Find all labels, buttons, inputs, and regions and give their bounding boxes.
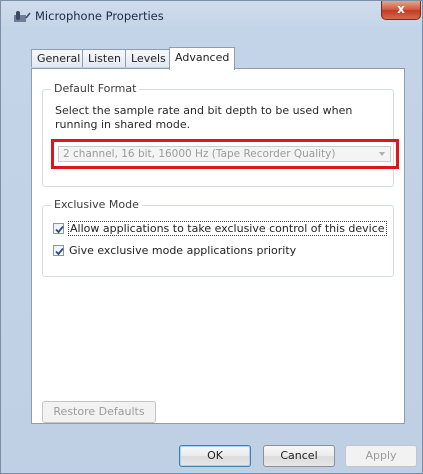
tab-advanced[interactable]: Advanced	[169, 47, 236, 70]
exclusive-priority-checkbox[interactable]	[53, 245, 64, 256]
sample-rate-dropdown[interactable]: 2 channel, 16 bit, 16000 Hz (Tape Record…	[58, 146, 391, 162]
advanced-tab-panel: Default Format Select the sample rate an…	[31, 68, 405, 424]
close-button[interactable]: x	[381, 1, 421, 20]
ok-button[interactable]: OK	[179, 445, 251, 467]
default-format-legend: Default Format	[51, 82, 140, 95]
title-bar[interactable]: Microphone Properties x	[1, 1, 422, 29]
exclusive-mode-legend: Exclusive Mode	[51, 198, 142, 211]
highlight-box: 2 channel, 16 bit, 16000 Hz (Tape Record…	[51, 139, 399, 169]
apply-button[interactable]: Apply	[345, 445, 417, 467]
cancel-button[interactable]: Cancel	[263, 445, 335, 467]
tab-listen[interactable]: Listen	[82, 49, 127, 67]
tab-levels[interactable]: Levels	[125, 49, 172, 67]
dialog-window: Microphone Properties x General Listen L…	[0, 0, 423, 474]
exclusive-priority-label: Give exclusive mode applications priorit…	[69, 244, 297, 257]
restore-defaults-button[interactable]: Restore Defaults	[42, 401, 156, 423]
microphone-properties-icon	[14, 11, 31, 22]
exclusive-mode-group: Exclusive Mode Allow applications to tak…	[42, 198, 394, 277]
checkmark-icon	[55, 247, 64, 256]
chevron-down-icon	[379, 152, 385, 156]
sample-rate-value: 2 channel, 16 bit, 16000 Hz (Tape Record…	[63, 148, 336, 160]
tab-general[interactable]: General	[31, 49, 87, 67]
window-title: Microphone Properties	[35, 9, 164, 23]
default-format-group: Default Format Select the sample rate an…	[42, 82, 399, 187]
checkmark-icon	[55, 225, 64, 234]
default-format-description: Select the sample rate and bit depth to …	[55, 104, 353, 131]
exclusive-control-checkbox[interactable]	[53, 223, 64, 234]
close-icon: x	[397, 2, 405, 16]
exclusive-control-label: Allow applications to take exclusive con…	[68, 221, 387, 236]
